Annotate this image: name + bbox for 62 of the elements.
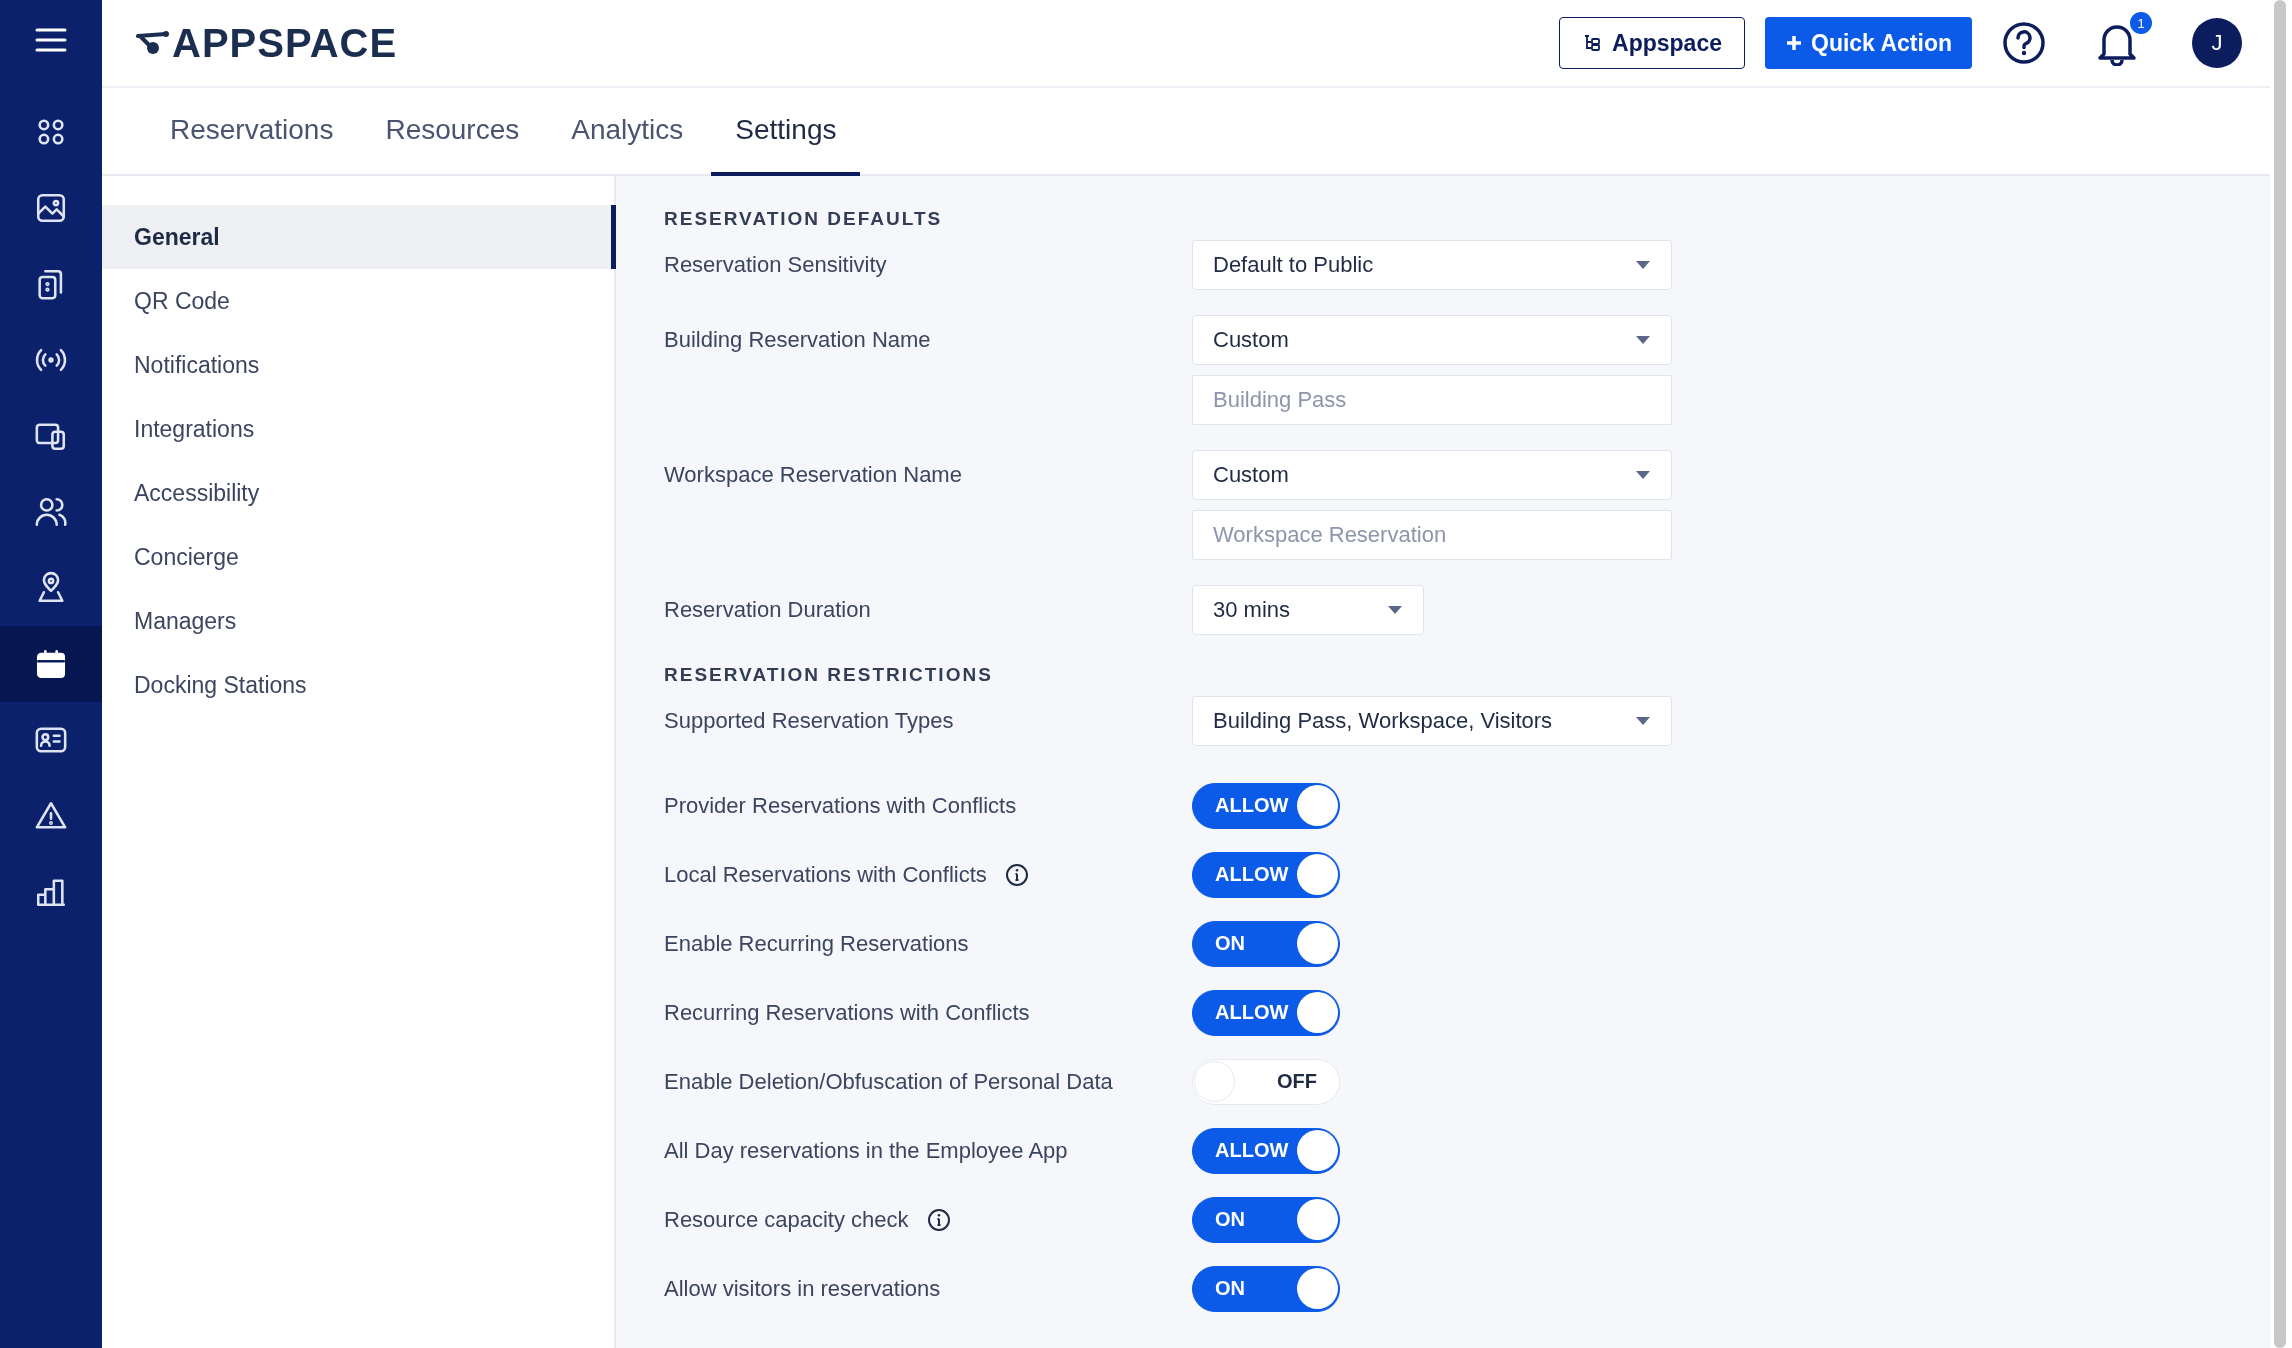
- settings-nav-item[interactable]: Docking Stations: [102, 653, 616, 717]
- setting-label: Reservation Duration: [664, 597, 871, 623]
- sidebar-calendar-button[interactable]: [0, 626, 102, 702]
- setting-label: Provider Reservations with Conflicts: [664, 792, 1017, 819]
- toggle-switch[interactable]: ALLOW: [1192, 989, 1340, 1036]
- settings-nav-item[interactable]: Notifications: [102, 333, 616, 397]
- tab[interactable]: Analytics: [547, 88, 708, 176]
- settings-nav-item[interactable]: QR Code: [102, 269, 616, 333]
- dropdown[interactable]: Default to Public: [1192, 240, 1672, 290]
- settings-nav-item[interactable]: Integrations: [102, 397, 616, 461]
- toggle-switch[interactable]: ALLOW: [1192, 851, 1340, 898]
- caret-icon: [1387, 605, 1403, 615]
- toggle-switch[interactable]: ON: [1192, 920, 1340, 967]
- info-icon[interactable]: [926, 1207, 951, 1232]
- setting-label: Local Reservations with Conflicts: [664, 861, 987, 888]
- people-icon: [34, 495, 68, 529]
- menu-icon: [35, 27, 67, 53]
- setting-label: All Day reservations in the Employee App: [664, 1137, 1068, 1164]
- logo-text: APPSPACE: [172, 20, 398, 66]
- setting-label: Reservation Sensitivity: [664, 252, 887, 278]
- help-icon[interactable]: [2002, 21, 2046, 65]
- dropdown[interactable]: 30 mins: [1192, 585, 1424, 635]
- toggle-switch[interactable]: OFF: [1192, 1058, 1340, 1105]
- setting-label: Building Reservation Name: [664, 327, 931, 353]
- appspace-button[interactable]: Appspace: [1559, 17, 1745, 69]
- settings-nav-item[interactable]: Concierge: [102, 525, 616, 589]
- settings-nav-item[interactable]: General: [102, 205, 616, 269]
- logo-icon: [136, 30, 170, 56]
- setting-label: Recurring Reservations with Conflicts: [664, 999, 1030, 1026]
- user-avatar[interactable]: J: [2192, 18, 2242, 68]
- toggle-switch[interactable]: ALLOW: [1192, 782, 1340, 829]
- text-input[interactable]: Workspace Reservation: [1192, 510, 1672, 560]
- tab[interactable]: Resources: [361, 88, 544, 176]
- calendar-icon: [34, 647, 68, 681]
- setting-label: Allow visitors in reservations: [664, 1275, 941, 1302]
- setting-label: Resource capacity check: [664, 1206, 909, 1233]
- text-input[interactable]: Building Pass: [1192, 375, 1672, 425]
- plus-icon: [1785, 34, 1803, 52]
- notification-count-badge: 1: [2130, 12, 2152, 34]
- quick-action-button[interactable]: Quick Action: [1765, 17, 1972, 69]
- setting-label: Enable Recurring Reservations: [664, 930, 969, 957]
- caret-icon: [1635, 335, 1651, 345]
- caret-icon: [1635, 260, 1651, 270]
- setting-label: Enable Deletion/Obfuscation of Personal Data: [664, 1068, 1113, 1095]
- dropdown[interactable]: Custom: [1192, 315, 1672, 365]
- setting-label: Workspace Reservation Name: [664, 462, 962, 488]
- hierarchy-icon: [1582, 33, 1603, 53]
- settings-nav-item[interactable]: Accessibility: [102, 461, 616, 525]
- section-title: RESERVATION DEFAULTS: [664, 207, 944, 231]
- info-icon[interactable]: [1004, 862, 1029, 887]
- setting-label: Supported Reservation Types: [664, 708, 954, 734]
- caret-icon: [1635, 716, 1651, 726]
- toggle-switch[interactable]: ON: [1192, 1196, 1340, 1243]
- tab[interactable]: Reservations: [146, 88, 358, 176]
- toggle-switch[interactable]: ON: [1192, 1265, 1340, 1312]
- section-title: RESERVATION RESTRICTIONS: [664, 663, 994, 687]
- settings-nav-item[interactable]: Managers: [102, 589, 616, 653]
- caret-icon: [1635, 470, 1651, 480]
- toggle-switch[interactable]: ALLOW: [1192, 1127, 1340, 1174]
- dropdown[interactable]: Custom: [1192, 450, 1672, 500]
- dropdown[interactable]: Building Pass, Workspace, Visitors: [1192, 696, 1672, 746]
- image-icon: [34, 191, 68, 225]
